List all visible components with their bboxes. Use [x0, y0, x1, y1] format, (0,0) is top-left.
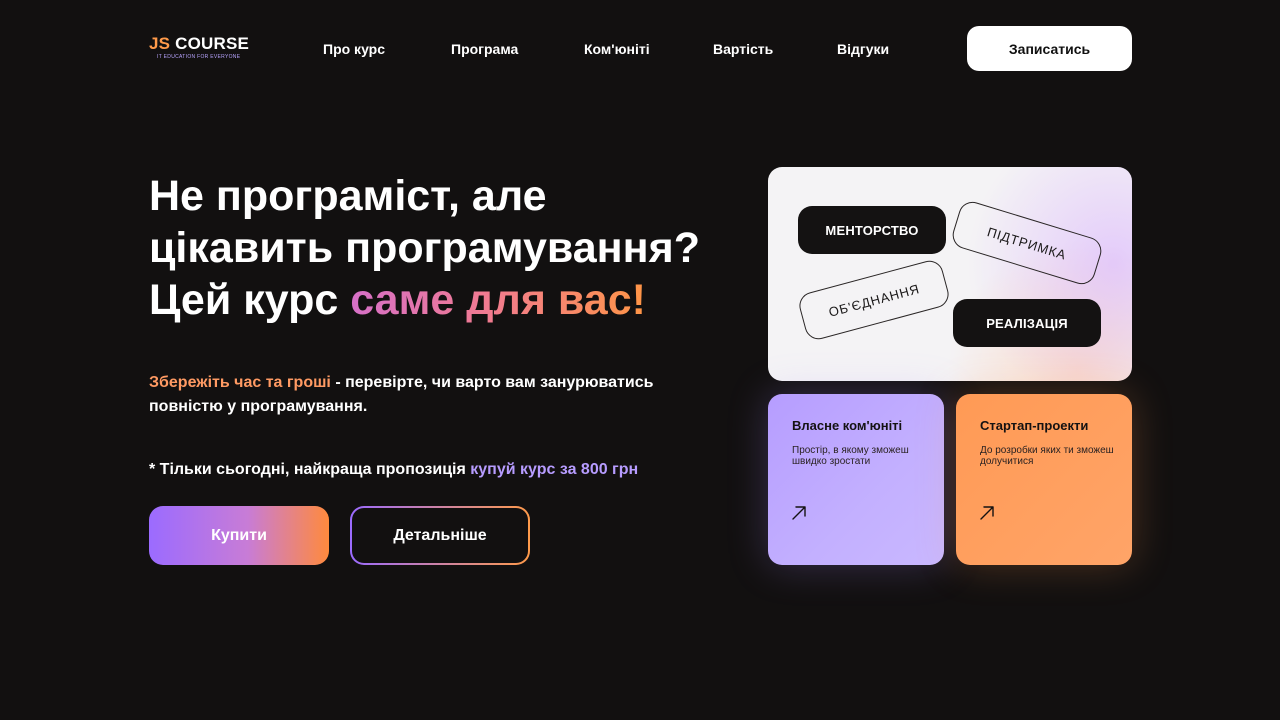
logo-tagline: IT EDUCATION FOR EVERYONE	[157, 54, 241, 60]
startup-card-title: Стартап-проекти	[980, 418, 1089, 433]
logo-course: COURSE	[175, 34, 250, 53]
hero-title-line-1: Не програміст, але	[149, 172, 547, 220]
logo[interactable]: JS COURSE IT EDUCATION FOR EVERYONE	[149, 34, 249, 60]
tag-union: ОБ'ЄДНАННЯ	[796, 257, 952, 343]
tags-card: МЕНТОРСТВО ПІДТРИМКА ОБ'ЄДНАННЯ РЕАЛІЗАЦ…	[768, 167, 1132, 381]
details-button[interactable]: Детальніше	[350, 506, 530, 565]
tag-mentorship: МЕНТОРСТВО	[798, 206, 946, 254]
buy-button[interactable]: Купити	[149, 506, 329, 565]
tag-support: ПІДТРИМКА	[949, 198, 1105, 288]
hero-subtitle: Збережіть час та гроші - перевірте, чи в…	[149, 371, 709, 419]
hero-title-line-3: Цей курс саме для вас!	[149, 274, 749, 326]
hero-subtitle-accent: Збережіть час та гроші	[149, 374, 331, 391]
logo-js: JS	[149, 34, 171, 53]
tag-realization: РЕАЛІЗАЦІЯ	[953, 299, 1101, 347]
hero-title-accent: саме для вас!	[350, 276, 646, 324]
hero-title: Не програміст, але цікавить програмуванн…	[149, 170, 749, 326]
offer-accent: купуй курс за 800 грн	[470, 461, 639, 478]
offer-plain: * Тільки сьогодні, найкраща пропозиція	[149, 461, 471, 478]
arrow-up-right-icon[interactable]	[791, 505, 807, 521]
hero-title-plain: Цей курс	[149, 276, 351, 324]
nav-item-pricing[interactable]: Вартість	[713, 41, 773, 57]
signup-button[interactable]: Записатись	[967, 26, 1132, 71]
startup-card[interactable]: Стартап-проекти До розробки яких ти змож…	[956, 394, 1132, 565]
startup-card-text: До розробки яких ти зможеш долучитися	[980, 445, 1114, 467]
nav-item-program[interactable]: Програма	[451, 41, 518, 57]
nav-item-about[interactable]: Про курс	[323, 41, 385, 57]
logo-wordmark: JS COURSE	[149, 34, 249, 54]
arrow-up-right-icon[interactable]	[979, 505, 995, 521]
nav-item-community[interactable]: Ком'юніті	[584, 41, 650, 57]
offer-text: * Тільки сьогодні, найкраща пропозиція к…	[149, 461, 638, 479]
community-card[interactable]: Власне ком'юніті Простір, в якому зможеш…	[768, 394, 944, 565]
hero-title-line-2: цікавить програмування?	[149, 224, 700, 272]
community-card-text: Простір, в якому зможеш швидко зростати	[792, 445, 909, 467]
community-card-title: Власне ком'юніті	[792, 418, 903, 433]
nav-item-reviews[interactable]: Відгуки	[837, 41, 889, 57]
